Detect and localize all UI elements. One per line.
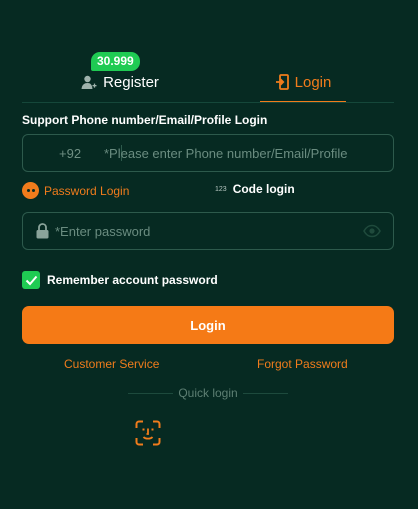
remember-checkbox[interactable] [22, 271, 40, 289]
face-id-login-button[interactable] [135, 420, 161, 446]
auth-tabs: Register 30.999 Login [0, 0, 418, 103]
eye-toggle-icon[interactable] [363, 224, 381, 243]
customer-service-link[interactable]: Customer Service [64, 357, 159, 371]
password-field [22, 212, 394, 250]
password-dots-icon [22, 182, 39, 199]
remember-label: Remember account password [47, 273, 218, 287]
phone-input[interactable] [104, 135, 384, 171]
login-mode-row: Password Login 123 Code login [0, 182, 418, 202]
remember-password-option[interactable]: Remember account password [22, 271, 218, 289]
password-login-label: Password Login [44, 183, 130, 198]
phone-field: +92 [22, 134, 394, 172]
country-code-selector[interactable]: +92 [59, 146, 81, 161]
forgot-password-link[interactable]: Forgot Password [257, 357, 348, 371]
code-icon: 123 [215, 185, 227, 193]
add-user-icon [81, 74, 97, 90]
tabs-divider [22, 102, 394, 103]
checkmark-icon [25, 275, 37, 285]
quick-login-divider: Quick login [128, 386, 288, 400]
quick-login-line-right [243, 393, 288, 394]
password-login-option[interactable]: Password Login [22, 182, 129, 199]
password-input[interactable] [55, 213, 355, 249]
login-door-icon [275, 74, 289, 90]
tab-login-label: Login [294, 73, 332, 91]
login-button[interactable]: Login [22, 306, 394, 344]
register-bonus-badge: 30.999 [91, 52, 140, 71]
face-id-icon [135, 420, 161, 446]
tab-login[interactable]: Login [260, 62, 346, 102]
phone-section-label: Support Phone number/Email/Profile Login [22, 113, 268, 127]
code-login-label: Code login [232, 182, 295, 196]
code-login-option[interactable]: 123 Code login [215, 182, 295, 196]
lock-icon [36, 223, 49, 244]
tab-register-label: Register [103, 73, 159, 91]
